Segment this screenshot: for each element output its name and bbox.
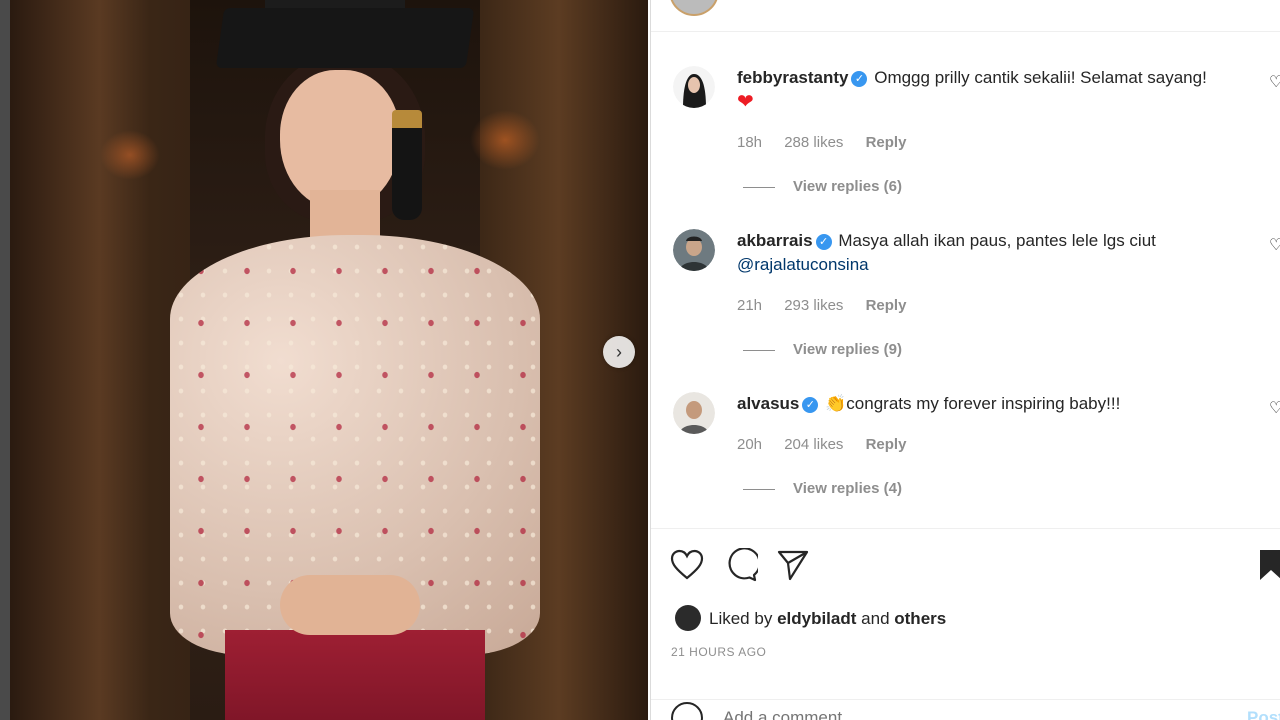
comment-username[interactable]: alvasus [737,394,799,413]
chevron-right-icon: › [616,341,622,362]
replies-divider [743,186,775,188]
bookmark-icon [1260,550,1280,580]
comment-meta: 21h 293 likes Reply [737,297,924,314]
avatar[interactable] [673,66,715,108]
graduation-cap-brim [215,8,475,68]
photo-light [470,110,540,170]
post-timestamp[interactable]: 21 HOURS AGO [671,645,766,659]
liked-by-prefix: Liked by [709,609,773,628]
reply-button[interactable]: Reply [866,436,907,453]
share-button[interactable] [775,547,811,583]
comments-panel: febbyrastanty ✓ Omggg prilly cantik sekal… [650,0,1280,720]
comment-text: febbyrastanty ✓ Omggg prilly cantik sekal… [737,66,1247,115]
comment-body: congrats my forever inspiring baby!!! [846,394,1121,413]
view-replies-button[interactable]: View replies (6) [743,178,902,195]
comment-text: alvasus ✓ 👏congrats my forever inspiring … [737,392,1247,416]
post-button[interactable]: Post [1247,708,1280,720]
view-replies-label: View replies (4) [793,480,902,497]
comment-input[interactable] [723,708,1143,720]
heart-emoji: ❤ [737,91,754,113]
comment-likes[interactable]: 288 likes [784,134,843,151]
replies-divider [743,488,775,490]
comment-time[interactable]: 20h [737,436,762,453]
comment-likes[interactable]: 293 likes [784,297,843,314]
comment-likes[interactable]: 204 likes [784,436,843,453]
page-edge [0,0,10,720]
replies-divider [743,349,775,351]
comment-button[interactable] [723,547,759,583]
mention-link[interactable]: @rajalatuconsina [737,255,869,274]
smiley-icon[interactable] [671,702,703,720]
next-photo-button[interactable]: › [603,336,635,368]
comment-meta: 20h 204 likes Reply [737,436,924,453]
verified-icon: ✓ [802,397,819,413]
reply-button[interactable]: Reply [866,134,907,151]
post-header [651,0,1280,32]
avatar[interactable] [673,229,715,271]
liked-by-and: and [861,609,890,628]
save-button[interactable] [1253,547,1280,583]
comment-username[interactable]: febbyrastanty [737,68,848,87]
heart-icon [670,549,704,580]
comment-text: akbarrais ✓ Masya allah ikan paus, pantes… [737,229,1247,277]
batik-skirt [225,630,485,720]
liked-by: Liked by eldybiladt and others [709,609,946,629]
comment-meta: 18h 288 likes Reply [737,134,924,151]
avatar[interactable] [675,605,701,631]
photo-hands [280,575,420,635]
heart-icon[interactable]: ♡ [1269,398,1280,418]
comment-time[interactable]: 18h [737,134,762,151]
view-replies-label: View replies (6) [793,178,902,195]
view-replies-button[interactable]: View replies (4) [743,480,902,497]
like-button[interactable] [669,547,705,583]
post-photo[interactable] [10,0,648,720]
heart-icon[interactable]: ♡ [1269,235,1280,255]
verified-icon: ✓ [815,234,832,250]
heart-icon[interactable]: ♡ [1269,72,1280,92]
photo-light [100,130,160,180]
post-actions: Liked by eldybiladt and others 21 HOURS … [651,528,1280,720]
comment-icon [728,548,758,582]
cap-tassel [392,110,422,220]
liked-by-others[interactable]: others [894,609,946,628]
comment-time[interactable]: 21h [737,297,762,314]
view-replies-button[interactable]: View replies (9) [743,341,902,358]
verified-icon: ✓ [851,71,868,87]
photo-face [280,70,400,210]
comment-body: Masya allah ikan paus, pantes lele lgs c… [838,231,1156,250]
avatar[interactable] [669,0,719,16]
clap-emoji: 👏 [825,394,847,413]
avatar[interactable] [673,392,715,434]
comment-body: Omggg prilly cantik sekalii! Selamat say… [874,68,1207,87]
add-comment-row: Post [651,699,1280,720]
send-icon [777,550,809,581]
view-replies-label: View replies (9) [793,341,902,358]
reply-button[interactable]: Reply [866,297,907,314]
liked-by-user[interactable]: eldybiladt [777,609,856,628]
comment-username[interactable]: akbarrais [737,231,813,250]
